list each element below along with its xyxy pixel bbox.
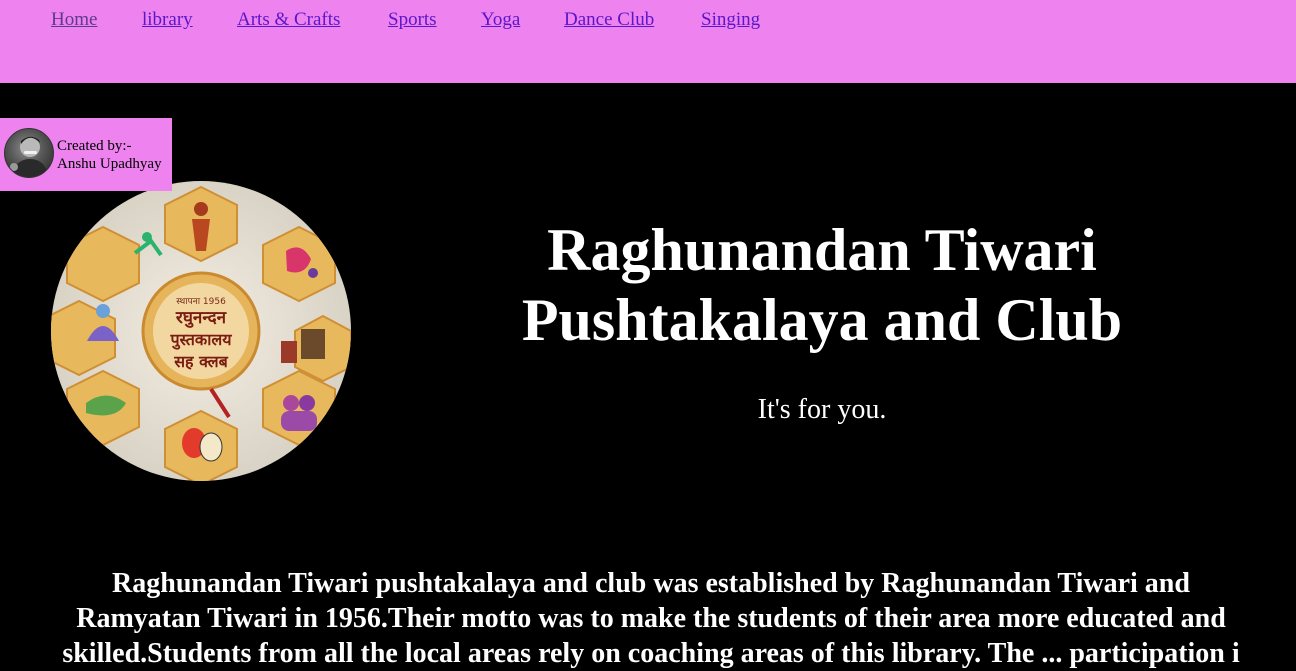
- about-paragraph: Raghunandan Tiwari pushtakalaya and club…: [20, 566, 1282, 671]
- nav-link-singing[interactable]: Singing: [701, 9, 760, 31]
- about-line-1: Raghunandan Tiwari pushtakalaya and club…: [112, 568, 1190, 599]
- logo-line-3: सह क्लब: [173, 352, 228, 371]
- nav-link-library[interactable]: library: [142, 9, 193, 31]
- creator-avatar: [4, 128, 54, 178]
- creator-label: Created by:-: [57, 138, 132, 154]
- logo-line-2: पुस्तकालय: [170, 330, 233, 350]
- creator-text: Created by:- Anshu Upadhyay: [57, 137, 162, 173]
- creator-name: Anshu Upadhyay: [57, 156, 162, 172]
- nav-link-arts-crafts[interactable]: Arts & Crafts: [237, 9, 340, 31]
- nav-link-sports[interactable]: Sports: [388, 9, 437, 31]
- hero-title-line-2: Pushtakalaya and Club: [521, 287, 1123, 353]
- creator-badge: Created by:- Anshu Upadhyay: [0, 118, 172, 191]
- logo-year: स्थापना 1956: [176, 297, 226, 307]
- club-logo-image: स्थापना 1956 रघुनन्दन पुस्तकालय सह क्लब: [51, 181, 351, 481]
- hero-subtitle: It's for you.: [757, 394, 887, 425]
- nav-link-home[interactable]: Home: [51, 9, 97, 31]
- person-icon: [10, 136, 49, 177]
- top-navbar: Home library Arts & Crafts Sports Yoga D…: [0, 0, 1296, 83]
- about-line-3: skilled.Students from all the local area…: [62, 638, 1240, 669]
- about-line-2: Ramyatan Tiwari in 1956.Their motto was …: [76, 603, 1226, 634]
- nav-link-dance-club[interactable]: Dance Club: [564, 9, 654, 31]
- hero-title-line-1: Raghunandan Tiwari: [547, 217, 1097, 283]
- logo-line-1: रघुनन्दन: [175, 308, 227, 328]
- club-logo: स्थापना 1956 रघुनन्दन पुस्तकालय सह क्लब: [51, 181, 351, 481]
- hero-title: Raghunandan Tiwari Pushtakalaya and Club: [472, 215, 1172, 355]
- nav-link-yoga[interactable]: Yoga: [481, 9, 520, 31]
